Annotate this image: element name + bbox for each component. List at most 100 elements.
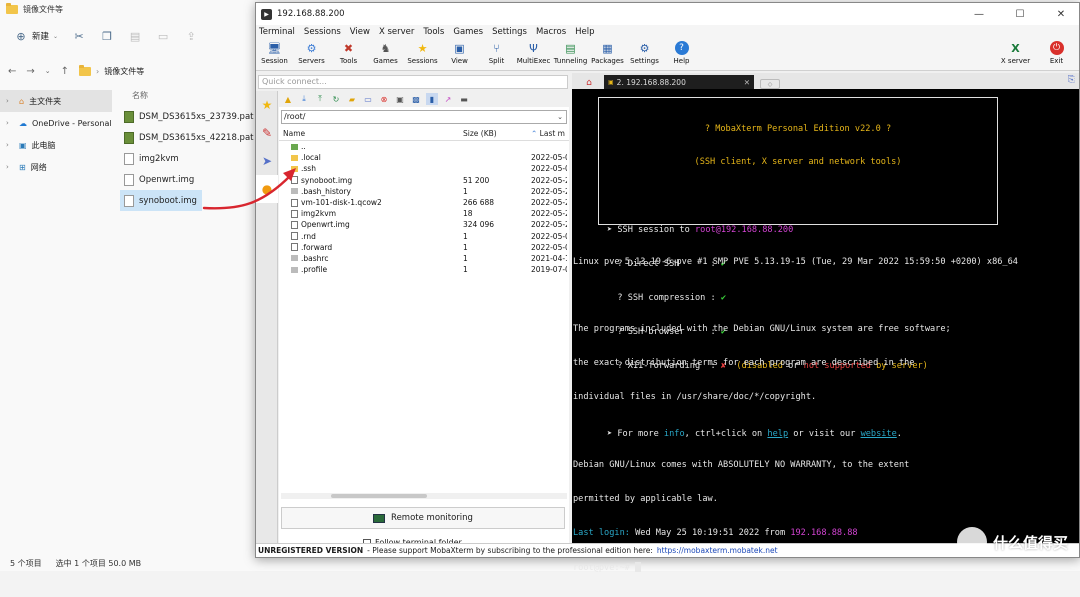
column-header-name[interactable]: 名称 — [120, 90, 260, 106]
list-item[interactable]: DSM_DS3615xs_42218.pat — [120, 127, 260, 148]
exit-button[interactable]: ⏻Exit — [1038, 41, 1075, 65]
table-row[interactable]: vm-101-disk-1.qcow2266 6882022-05-2 — [279, 197, 569, 208]
help-icon: ? — [675, 41, 689, 55]
parent-folder-icon[interactable]: ▲ — [282, 93, 294, 105]
maximize-button[interactable]: ☐ — [1002, 9, 1038, 20]
terminal-icon[interactable]: ▬ — [458, 93, 470, 105]
packages-button[interactable]: ▦Packages — [589, 41, 626, 65]
file-size: 1 — [463, 254, 531, 263]
left-sidebar: ★ ✎ ➤ ● — [256, 91, 278, 543]
home-tab-icon[interactable]: ⌂ — [580, 76, 598, 89]
x-server-button[interactable]: XX server — [997, 41, 1034, 65]
remote-path-input[interactable]: /root/ ⌄ — [281, 110, 567, 124]
mobatek-link[interactable]: https://mobaxterm.mobatek.net — [657, 546, 778, 555]
table-row[interactable]: .rnd12022-05-0 — [279, 231, 569, 242]
file-size: 1 — [463, 232, 531, 241]
remote-monitoring-button[interactable]: Remote monitoring — [281, 507, 565, 529]
list-item[interactable]: Openwrt.img — [120, 169, 260, 190]
tools-button[interactable]: ✖Tools — [330, 41, 367, 65]
download-icon[interactable]: ⤓ — [298, 93, 310, 105]
exit-icon: ⏻ — [1050, 41, 1064, 55]
up-arrow-icon[interactable]: ↑ — [61, 66, 69, 77]
menu-tools[interactable]: Tools — [423, 27, 444, 37]
cut-icon[interactable]: ✂ — [72, 29, 86, 43]
scrollbar-thumb[interactable] — [331, 494, 427, 498]
upload-icon[interactable]: ⤒ — [314, 93, 326, 105]
menu-sessions[interactable]: Sessions — [304, 27, 341, 37]
column-header-name[interactable]: Name — [279, 129, 463, 138]
open-with-icon[interactable]: ↗ — [442, 93, 454, 105]
session-button[interactable]: 🖥Session — [256, 41, 293, 65]
tunneling-button[interactable]: ▤Tunneling — [552, 41, 589, 65]
session-tab[interactable]: ▣ 2. 192.168.88.200 ✕ — [604, 75, 754, 89]
back-arrow-icon[interactable]: ← — [8, 66, 16, 77]
nav-item-onedrive[interactable]: › ☁ OneDrive - Personal — [0, 112, 112, 134]
horizontal-scrollbar[interactable] — [281, 493, 567, 499]
table-row[interactable]: .local2022-05-0 — [279, 152, 569, 163]
menu-terminal[interactable]: Terminal — [259, 27, 295, 37]
nav-item-this-pc[interactable]: › ▣ 此电脑 — [0, 134, 112, 156]
nav-item-network[interactable]: › ⊞ 网络 — [0, 156, 112, 178]
terminal-screen[interactable]: ? MobaXterm Personal Edition v22.0 ? (SS… — [572, 89, 1079, 543]
new-folder-icon[interactable]: ▰ — [346, 93, 358, 105]
breadcrumb[interactable]: › 镜像文件等 — [79, 66, 144, 77]
paste-icon[interactable]: ▤ — [128, 29, 142, 43]
settings-button[interactable]: ⚙Settings — [626, 41, 663, 65]
new-button[interactable]: ⊕ 新建 ⌄ — [14, 29, 58, 43]
list-item[interactable]: DSM_DS3615xs_23739.pat — [120, 106, 260, 127]
menu-view[interactable]: View — [350, 27, 370, 37]
split-button[interactable]: ⑂Split — [478, 41, 515, 65]
multiexec-button[interactable]: ΨMultiExec — [515, 41, 552, 65]
create-link-icon[interactable]: ▣ — [394, 93, 406, 105]
games-button[interactable]: ♞Games — [367, 41, 404, 65]
table-row[interactable]: .bashrc12021-04-1 — [279, 253, 569, 264]
minimize-button[interactable]: — — [961, 9, 997, 20]
view-button[interactable]: ▣View — [441, 41, 478, 65]
table-row[interactable]: .profile12019-07-0 — [279, 264, 569, 275]
column-header-modified[interactable]: ⌃ Last m — [531, 129, 567, 138]
refresh-icon[interactable]: ↻ — [330, 93, 342, 105]
column-header-size[interactable]: Size (KB) — [463, 129, 531, 138]
sessions-button[interactable]: ★Sessions — [404, 41, 441, 65]
table-row[interactable]: Openwrt.img324 0962022-05-2 — [279, 219, 569, 230]
forward-arrow-icon[interactable]: → — [26, 66, 34, 77]
menu-settings[interactable]: Settings — [492, 27, 527, 37]
table-row[interactable]: .. — [279, 141, 569, 152]
table-row[interactable]: synoboot.img51 2002022-05-2 — [279, 175, 569, 186]
quick-connect-input[interactable]: Quick connect... — [258, 75, 568, 89]
macros-tab[interactable]: ➤ — [256, 147, 278, 175]
tools-tab[interactable]: ✎ — [256, 119, 278, 147]
file-icon — [291, 255, 298, 261]
table-row[interactable]: .ssh2022-05-0 — [279, 163, 569, 174]
share-icon[interactable]: ⇪ — [184, 29, 198, 43]
close-tab-icon[interactable]: ✕ — [744, 78, 750, 87]
table-row[interactable]: img2kvm182022-05-2 — [279, 208, 569, 219]
file-name: .bash_history — [301, 187, 351, 196]
attach-icon[interactable]: ⎘ — [1068, 75, 1075, 85]
help-button[interactable]: ?Help — [663, 41, 700, 65]
menu-x-server[interactable]: X server — [379, 27, 414, 37]
show-hidden-icon[interactable]: ▩ — [410, 93, 422, 105]
menu-help[interactable]: Help — [575, 27, 594, 37]
table-row[interactable]: .forward12022-05-0 — [279, 242, 569, 253]
close-button[interactable]: ✕ — [1043, 9, 1079, 20]
delete-icon[interactable]: ⊗ — [378, 93, 390, 105]
sessions-tab[interactable]: ★ — [256, 91, 278, 119]
menu-macros[interactable]: Macros — [536, 27, 566, 37]
sftp-tab[interactable]: ● — [256, 175, 278, 203]
new-tab-button[interactable]: ◇ — [760, 79, 780, 89]
rename-icon[interactable]: ▭ — [156, 29, 170, 43]
file-name: .rnd — [301, 232, 316, 241]
copy-icon[interactable]: ❐ — [100, 29, 114, 43]
table-row[interactable]: .bash_history12022-05-2 — [279, 186, 569, 197]
nav-item-home[interactable]: › ⌂ 主文件夹 — [0, 90, 112, 112]
list-item-selected[interactable]: synoboot.img — [120, 190, 202, 211]
servers-button[interactable]: ⚙Servers — [293, 41, 330, 65]
file-date: 2022-05-2 — [531, 209, 567, 218]
list-item[interactable]: img2kvm — [120, 148, 260, 169]
terminal-cursor — [635, 562, 641, 572]
follow-folder-icon[interactable]: ▮ — [426, 93, 438, 105]
new-file-icon[interactable]: ▭ — [362, 93, 374, 105]
menu-games[interactable]: Games — [453, 27, 483, 37]
dropdown-chevron-icon[interactable]: ⌄ — [45, 67, 51, 75]
